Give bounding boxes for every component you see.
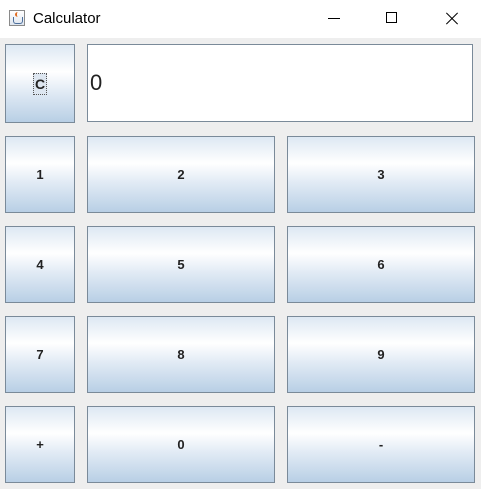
close-button[interactable]: [423, 0, 481, 38]
plus-button[interactable]: +: [5, 406, 75, 483]
digit-1-label: 1: [36, 167, 44, 182]
digit-9-button[interactable]: 9: [287, 316, 475, 393]
result-display[interactable]: 0: [87, 44, 473, 122]
digit-8-button[interactable]: 8: [87, 316, 275, 393]
digit-6-label: 6: [377, 257, 385, 272]
digit-0-label: 0: [177, 437, 185, 452]
digit-8-label: 8: [177, 347, 185, 362]
clear-button-label: C: [32, 72, 48, 95]
digit-1-button[interactable]: 1: [5, 136, 75, 213]
minus-label: -: [378, 437, 384, 452]
minimize-button[interactable]: [305, 0, 363, 38]
digit-5-label: 5: [177, 257, 185, 272]
digit-2-button[interactable]: 2: [87, 136, 275, 213]
java-cup-icon: [9, 10, 25, 26]
clear-button[interactable]: C: [5, 44, 75, 123]
digit-7-button[interactable]: 7: [5, 316, 75, 393]
digit-4-button[interactable]: 4: [5, 226, 75, 303]
maximize-button[interactable]: [363, 0, 421, 38]
digit-5-button[interactable]: 5: [87, 226, 275, 303]
minimize-icon: [328, 18, 340, 19]
calculator-panel: C 0 1 2 3 4 5 6 7 8 9 + 0 -: [0, 38, 481, 489]
display-value: 0: [90, 70, 103, 95]
minus-button[interactable]: -: [287, 406, 475, 483]
digit-0-button[interactable]: 0: [87, 406, 275, 483]
digit-6-button[interactable]: 6: [287, 226, 475, 303]
digit-3-label: 3: [377, 167, 385, 182]
title-bar[interactable]: Calculator: [0, 0, 481, 38]
digit-7-label: 7: [36, 347, 44, 362]
maximize-icon: [386, 12, 397, 23]
digit-2-label: 2: [177, 167, 185, 182]
digit-9-label: 9: [377, 347, 385, 362]
window-title: Calculator: [33, 10, 101, 27]
plus-label: +: [36, 437, 44, 452]
digit-3-button[interactable]: 3: [287, 136, 475, 213]
digit-4-label: 4: [36, 257, 44, 272]
